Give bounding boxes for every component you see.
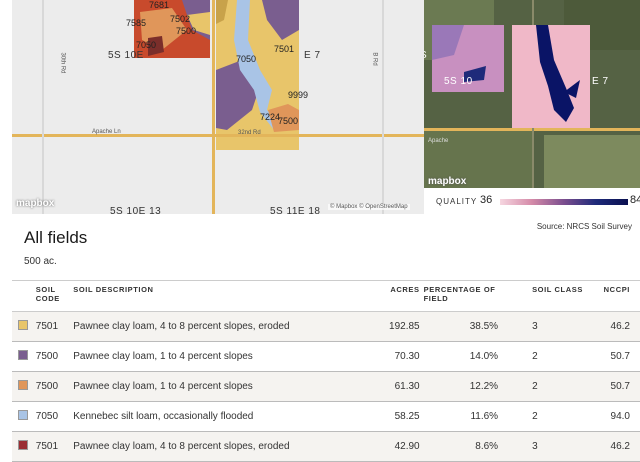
soil-class: 3	[512, 431, 589, 462]
acres: 192.85	[362, 311, 422, 342]
soil-color-swatch	[18, 380, 28, 390]
soil-description: Pawnee clay loam, 1 to 4 percent slopes	[71, 371, 363, 402]
header-soil-code[interactable]: SOIL CODE	[33, 280, 72, 312]
soil-label: 7681	[149, 0, 170, 10]
soil-map[interactable]: 7681 7585 7502 7500 7050 7050 7501 9999 …	[12, 0, 424, 214]
table-row[interactable]: 7050 Kennebec silt loam, occasionally flo…	[12, 401, 640, 432]
soil-class: 2	[512, 341, 589, 372]
soil-description: Pawnee clay loam, 1 to 4 percent slopes	[71, 341, 363, 372]
road-label: 30th Rd	[59, 52, 66, 74]
road-label: B Rd	[371, 52, 378, 66]
soil-map-graphic	[12, 0, 424, 214]
acres: 61.30	[362, 371, 422, 402]
soil-color-swatch	[18, 410, 28, 420]
soil-code: 7500	[33, 341, 72, 372]
soil-color-swatch	[18, 350, 28, 360]
nccpi: 50.7	[588, 371, 640, 402]
table-row[interactable]: 7501 Pawnee clay loam, 4 to 8 percent slo…	[12, 311, 640, 342]
soil-label: 7585	[126, 18, 147, 28]
road-label: Apache Ln	[92, 129, 121, 135]
header-percentage[interactable]: PERCENTAGE OF FIELD	[421, 280, 513, 312]
soil-description: Pawnee clay loam, 4 to 8 percent slopes,…	[71, 311, 363, 342]
header-soil-class[interactable]: SOIL CLASS	[512, 280, 589, 312]
header-swatch	[12, 280, 34, 312]
soil-label: 7050	[236, 54, 257, 64]
maps-panel: 7681 7585 7502 7500 7050 7050 7501 9999 …	[0, 0, 640, 214]
soil-description: Pawnee clay loam, 4 to 8 percent slopes,…	[71, 431, 363, 462]
table-row[interactable]: 7500 Pawnee clay loam, 1 to 4 percent slo…	[12, 341, 640, 372]
source-note: Source: NRCS Soil Survey	[536, 222, 632, 231]
table-row[interactable]: 7501 Pawnee clay loam, 4 to 8 percent slo…	[12, 431, 640, 462]
percentage: 12.2%	[421, 371, 513, 402]
page-title: All fields	[24, 228, 88, 247]
nccpi: 46.2	[588, 431, 640, 462]
nccpi: 94.0	[588, 401, 640, 432]
swatch-cell	[12, 371, 34, 402]
section-label: 5S 10E	[108, 50, 144, 61]
quality-gradient-bar	[500, 199, 628, 205]
soil-code: 7500	[33, 371, 72, 402]
quality-map-graphic	[424, 0, 640, 188]
acres: 58.25	[362, 401, 422, 432]
road-label: 32nd Rd	[238, 130, 261, 136]
section-label: E 7	[592, 76, 609, 87]
soil-class: 2	[512, 401, 589, 432]
road-label: Apache	[428, 138, 449, 144]
section-label: 5S 10	[444, 76, 473, 87]
soil-label: 7501	[274, 44, 295, 54]
acres: 70.30	[362, 341, 422, 372]
nccpi: 46.2	[588, 311, 640, 342]
mapbox-logo[interactable]: mapbox	[428, 176, 466, 187]
section-label: 5S 11E 18	[270, 206, 321, 214]
quality-legend: QUALITY 36 84	[432, 192, 640, 212]
acres: 42.90	[362, 431, 422, 462]
percentage: 8.6%	[421, 431, 513, 462]
quality-min: 36	[480, 194, 493, 206]
soil-label: 7500	[176, 26, 197, 36]
section-label: 5S 10E 13	[110, 206, 162, 214]
quality-max: 84	[630, 194, 640, 206]
section-label: E 7	[304, 50, 321, 61]
swatch-cell	[12, 311, 34, 342]
soil-description: Kennebec silt loam, occasionally flooded	[71, 401, 363, 432]
soil-code: 7050	[33, 401, 72, 432]
soil-label: 7502	[170, 14, 191, 24]
soil-class: 3	[512, 311, 589, 342]
percentage: 11.6%	[421, 401, 513, 432]
quality-label: QUALITY	[436, 197, 478, 206]
quality-map[interactable]: 5S 5S 10 E 7 Apache mapbox	[424, 0, 640, 188]
soil-label: 7500	[278, 116, 299, 126]
swatch-cell	[12, 431, 34, 462]
soil-color-swatch	[18, 440, 28, 450]
swatch-cell	[12, 401, 34, 432]
nccpi: 50.7	[588, 341, 640, 372]
section-label: 5S	[424, 50, 427, 61]
header-nccpi[interactable]: NCCPI	[588, 280, 640, 312]
header-acres[interactable]: ACRES	[362, 280, 422, 312]
soil-table: SOIL CODE SOIL DESCRIPTION ACRES PERCENT…	[12, 280, 640, 462]
total-area: 500 ac.	[24, 256, 57, 267]
soil-class: 2	[512, 371, 589, 402]
soil-label: 7050	[136, 40, 157, 50]
soil-label: 9999	[288, 90, 309, 100]
mapbox-logo[interactable]: mapbox	[16, 198, 54, 209]
map-attribution[interactable]: © Mapbox © OpenStreetMap	[328, 204, 410, 210]
swatch-cell	[12, 341, 34, 372]
percentage: 38.5%	[421, 311, 513, 342]
header-soil-description[interactable]: SOIL DESCRIPTION	[71, 280, 363, 312]
table-row[interactable]: 7500 Pawnee clay loam, 1 to 4 percent slo…	[12, 371, 640, 402]
soil-color-swatch	[18, 320, 28, 330]
soil-code: 7501	[33, 311, 72, 342]
percentage: 14.0%	[421, 341, 513, 372]
soil-code: 7501	[33, 431, 72, 462]
table-header-row: SOIL CODE SOIL DESCRIPTION ACRES PERCENT…	[12, 280, 640, 312]
